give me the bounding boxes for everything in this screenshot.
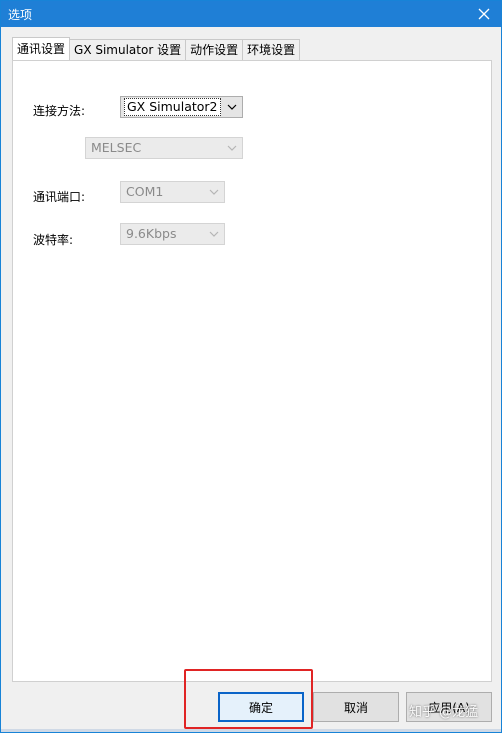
- connection-method-select[interactable]: GX Simulator2: [120, 96, 243, 118]
- baud-rate-value: 9.6Kbps: [126, 226, 177, 241]
- connection-method-label: 连接方法:: [33, 104, 86, 118]
- bottom-strip: [1, 729, 501, 732]
- baud-rate-select: 9.6Kbps: [120, 223, 225, 245]
- tab-environment-settings[interactable]: 环境设置: [242, 39, 301, 60]
- title-bar[interactable]: 选项: [1, 1, 501, 27]
- ok-button[interactable]: 确定: [218, 692, 304, 722]
- comm-port-value: COM1: [126, 184, 164, 199]
- baud-rate-label: 波特率:: [33, 233, 74, 247]
- comm-port-select: COM1: [120, 181, 225, 203]
- cancel-button[interactable]: 取消: [313, 692, 399, 722]
- chevron-down-icon: [207, 182, 221, 202]
- options-dialog: 选项 通讯设置 GX Simulator 设置 动作设置 环境设置 连接方法: …: [0, 0, 502, 733]
- comm-port-label: 通讯端口:: [33, 190, 86, 204]
- plc-type-select: MELSEC: [85, 137, 243, 159]
- tab-panel: 连接方法: GX Simulator2 MELSEC 通讯端口: COM1 波特…: [12, 60, 492, 682]
- plc-type-value: MELSEC: [91, 140, 142, 155]
- tab-gx-simulator-settings[interactable]: GX Simulator 设置: [69, 39, 187, 60]
- dialog-title: 选项: [8, 8, 33, 22]
- chevron-down-icon: [225, 97, 239, 117]
- apply-button[interactable]: 应用(A): [406, 692, 492, 722]
- tab-strip: 通讯设置 GX Simulator 设置 动作设置 环境设置: [12, 37, 301, 60]
- connection-method-value: GX Simulator2: [124, 98, 221, 116]
- close-icon: [478, 8, 490, 20]
- close-button[interactable]: [467, 1, 501, 27]
- chevron-down-icon: [225, 138, 239, 158]
- chevron-down-icon: [207, 224, 221, 244]
- tab-communication-settings[interactable]: 通讯设置: [12, 37, 71, 60]
- tab-action-settings[interactable]: 动作设置: [185, 39, 244, 60]
